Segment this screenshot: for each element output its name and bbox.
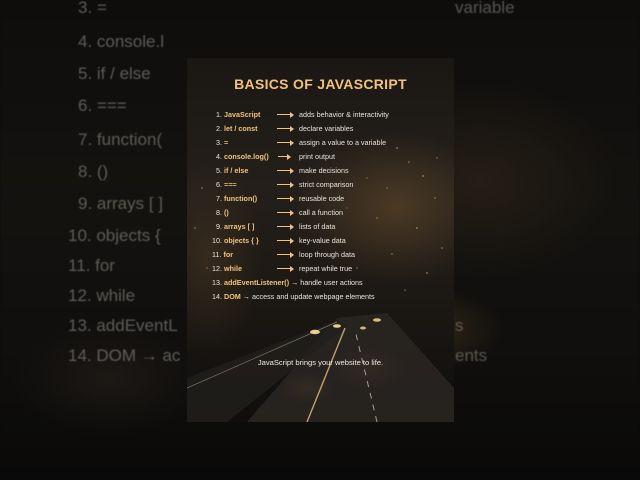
item-number: 8. bbox=[216, 208, 222, 217]
arrow-right-icon bbox=[277, 139, 294, 147]
item-term: if / else bbox=[224, 166, 249, 175]
item-term: objects { } bbox=[224, 236, 259, 245]
list-item: 10. objects { } key-value data bbox=[212, 234, 346, 247]
item-term: JavaScript bbox=[224, 110, 261, 119]
item-description: adds behavior & interactivity bbox=[299, 110, 389, 119]
arrow-right-icon bbox=[277, 125, 294, 133]
item-number: 10. bbox=[212, 236, 222, 245]
arrow-right-icon bbox=[277, 223, 294, 231]
item-description: loop through data bbox=[299, 250, 355, 259]
item-term: () bbox=[224, 208, 229, 217]
arrow-right-icon bbox=[277, 251, 294, 259]
arrow-right-icon bbox=[277, 111, 294, 119]
item-number: 7. bbox=[216, 194, 222, 203]
item-number: 12. bbox=[212, 264, 222, 273]
item-number: 6. bbox=[216, 180, 222, 189]
arrow-right-icon bbox=[277, 237, 294, 245]
item-term: console.log() bbox=[224, 152, 269, 161]
item-term: function() bbox=[224, 194, 258, 203]
list-item: 8. () call a function bbox=[216, 206, 343, 219]
item-description: strict comparison bbox=[299, 180, 354, 189]
item-number: 13. bbox=[212, 278, 222, 287]
item-number: 9. bbox=[216, 222, 222, 231]
item-number: 11. bbox=[212, 250, 222, 259]
arrow-right-icon bbox=[277, 265, 294, 273]
item-description: lists of data bbox=[299, 222, 336, 231]
item-description: → access and update webpage elements bbox=[242, 292, 375, 301]
list-item: 1. JavaScript adds behavior & interactiv… bbox=[216, 108, 389, 121]
item-description: reusable code bbox=[299, 194, 345, 203]
arrow-right-icon bbox=[277, 167, 294, 175]
card-title: BASICS OF JAVASCRIPT bbox=[234, 76, 407, 92]
item-description: declare variables bbox=[299, 124, 354, 133]
list-item: 12. while repeat while true bbox=[212, 262, 352, 275]
item-term: DOM bbox=[224, 292, 241, 301]
list-item: 9. arrays [ ] lists of data bbox=[216, 220, 335, 233]
arrow-right-icon bbox=[278, 153, 291, 161]
list-item: 7. function() reusable code bbox=[216, 192, 344, 205]
item-number: 1. bbox=[216, 110, 222, 119]
item-description: call a function bbox=[299, 208, 343, 217]
card-footer-caption: JavaScript brings your website to life. bbox=[257, 358, 384, 367]
list-item: 14. DOM → access and update webpage elem… bbox=[212, 290, 375, 303]
item-number: 14. bbox=[212, 292, 222, 301]
list-item: 6. === strict comparison bbox=[216, 178, 353, 191]
item-number: 4. bbox=[216, 152, 222, 161]
list-item: 13. addEventListener() → handle user act… bbox=[212, 276, 363, 289]
item-term: === bbox=[224, 180, 237, 189]
item-description: make decisions bbox=[299, 166, 349, 175]
item-number: 5. bbox=[216, 166, 222, 175]
item-description: repeat while true bbox=[299, 264, 353, 273]
arrow-right-icon bbox=[277, 209, 294, 217]
list-item: 4. console.log() print output bbox=[216, 150, 335, 163]
item-number: 3. bbox=[216, 138, 222, 147]
item-term: let / const bbox=[224, 124, 258, 133]
item-description: key-value data bbox=[299, 236, 346, 245]
list-item: 11. for loop through data bbox=[212, 248, 355, 261]
item-description: print output bbox=[299, 152, 335, 161]
item-number: 2. bbox=[216, 124, 222, 133]
list-item: 2. let / const declare variables bbox=[216, 122, 353, 135]
arrow-right-icon bbox=[277, 181, 294, 189]
item-term: addEventListener() bbox=[224, 278, 290, 287]
list-item: 3. = assign a value to a variable bbox=[216, 136, 386, 149]
list-item: 5. if / else make decisions bbox=[216, 164, 349, 177]
item-term: arrays [ ] bbox=[224, 222, 255, 231]
item-term: while bbox=[224, 264, 242, 273]
item-term: = bbox=[224, 138, 229, 147]
arrow-right-icon bbox=[277, 195, 294, 203]
javascript-basics-card: BASICS OF JAVASCRIPT 1. JavaScript adds … bbox=[187, 58, 454, 422]
item-description: assign a value to a variable bbox=[299, 138, 387, 147]
item-description: → handle user actions bbox=[291, 278, 363, 287]
item-term: for bbox=[223, 250, 234, 259]
